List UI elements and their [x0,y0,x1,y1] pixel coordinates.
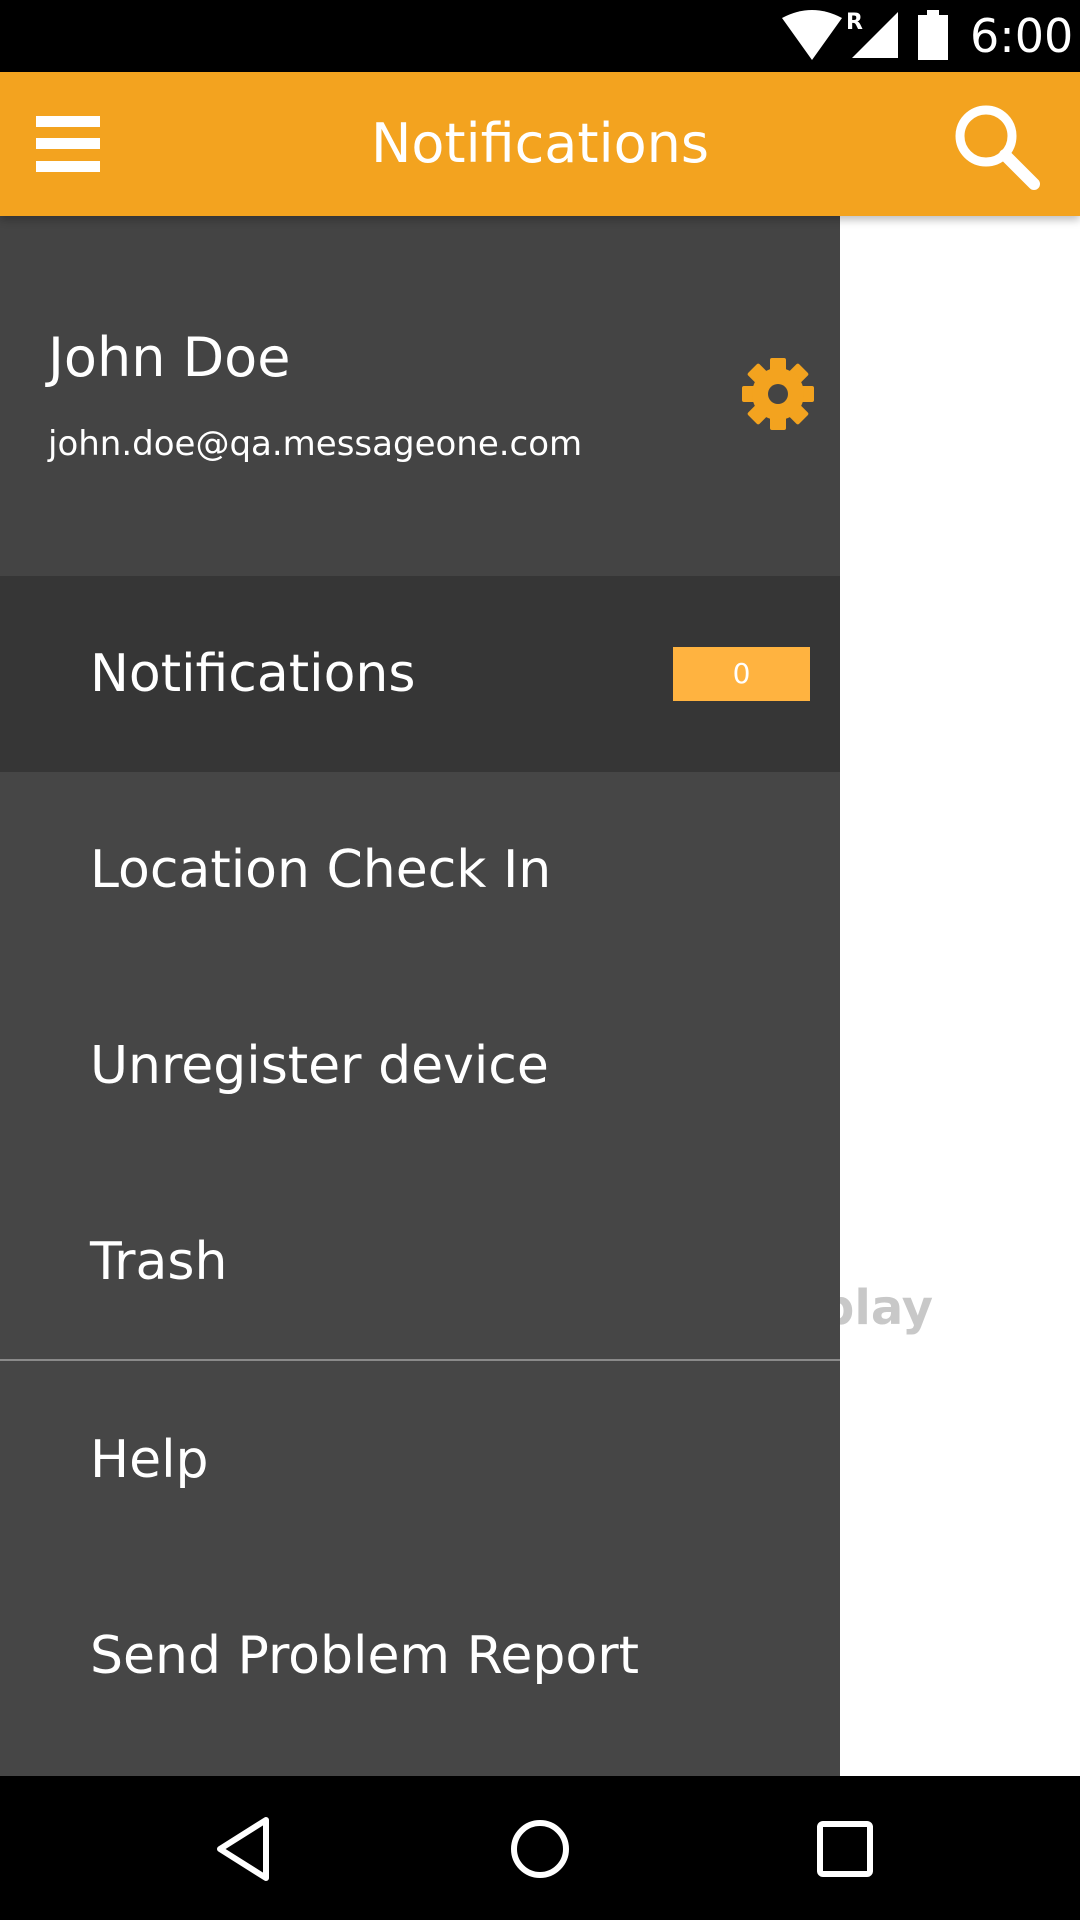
drawer-item-label: Unregister device [90,1036,549,1096]
drawer-item-label: Trash [90,1232,228,1292]
recents-icon[interactable] [810,1814,880,1884]
drawer-item-notifications[interactable]: Notifications 0 [0,576,840,772]
back-icon[interactable] [210,1814,280,1884]
battery-icon [918,10,948,60]
drawer-item-label: Notifications [90,644,416,704]
home-icon[interactable] [505,1814,575,1884]
page-title: Notifications [371,112,709,175]
gear-icon[interactable] [740,356,816,432]
wifi-icon [782,10,842,60]
drawer-item-help[interactable]: Help [0,1362,840,1558]
drawer-item-send-problem-report[interactable]: Send Problem Report [0,1558,840,1754]
notification-count-badge: 0 [673,647,810,701]
app-bar: Notifications [0,72,1080,216]
drawer-item-unregister-device[interactable]: Unregister device [0,968,840,1164]
cell-signal-icon [852,12,898,58]
drawer-item-label: Location Check In [90,840,552,900]
user-email: john.doe@qa.messageone.com [48,424,583,464]
status-time: 6:00 [970,9,1074,63]
drawer-item-label: Help [90,1430,209,1490]
user-name: John Doe [48,326,291,389]
system-navigation-bar [0,1776,1080,1920]
drawer-item-location-check-in[interactable]: Location Check In [0,772,840,968]
drawer-item-label: Send Problem Report [90,1626,639,1686]
status-bar: R 6:00 [0,0,1080,72]
drawer-header: John Doe john.doe@qa.messageone.com [0,216,840,576]
drawer-divider [0,1359,840,1361]
search-icon[interactable] [950,100,1040,190]
navigation-drawer: John Doe john.doe@qa.messageone.com Noti… [0,216,840,1776]
drawer-item-trash[interactable]: Trash [0,1164,840,1360]
